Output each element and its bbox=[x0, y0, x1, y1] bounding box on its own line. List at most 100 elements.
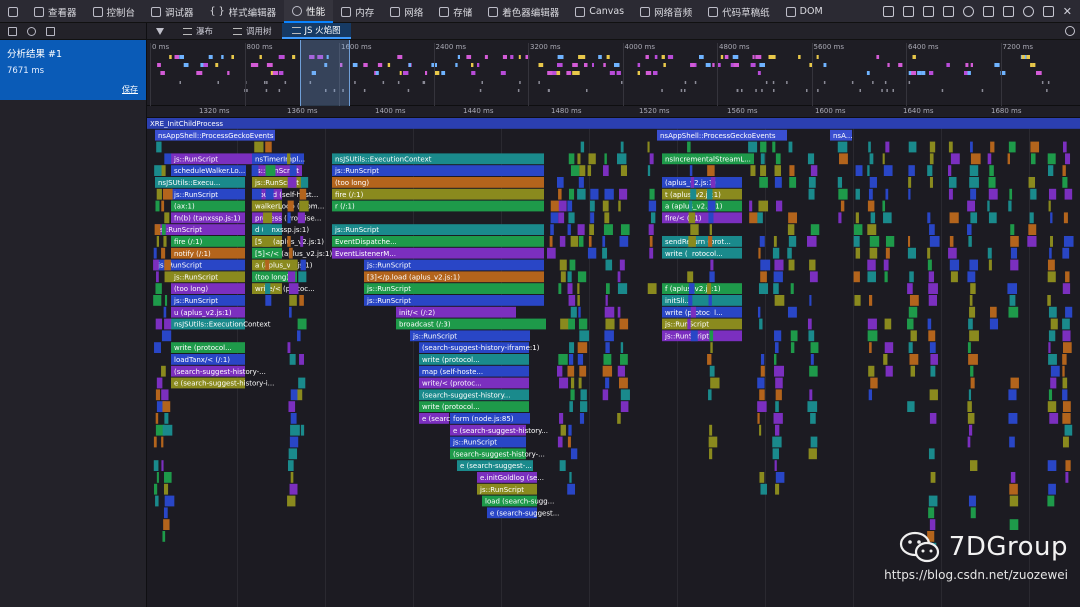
flame-frame[interactable] bbox=[855, 212, 859, 224]
flame-frame[interactable] bbox=[577, 271, 587, 283]
flame-frame[interactable] bbox=[1007, 283, 1018, 294]
flame-frame[interactable] bbox=[868, 365, 875, 377]
flame-frame[interactable] bbox=[774, 177, 782, 188]
flame-frame[interactable]: js::RunScript bbox=[450, 436, 526, 448]
save-link[interactable]: 保存 bbox=[122, 84, 138, 95]
flame-frame[interactable]: f (aplus_v2.js:1) bbox=[662, 283, 742, 294]
flame-frame[interactable]: js::RunScript bbox=[155, 224, 245, 235]
pick-element-button[interactable] bbox=[0, 0, 26, 23]
flame-frame[interactable] bbox=[775, 389, 782, 401]
flame-frame[interactable]: init/< (/:2) bbox=[396, 306, 516, 318]
flame-frame[interactable] bbox=[989, 318, 999, 330]
flame-frame[interactable] bbox=[605, 318, 615, 330]
flame-frame[interactable] bbox=[885, 236, 895, 247]
flame-frame[interactable] bbox=[854, 295, 861, 306]
flame-frame[interactable] bbox=[1062, 401, 1071, 412]
flame-frame[interactable] bbox=[298, 377, 306, 389]
flame-frame[interactable] bbox=[569, 259, 576, 271]
flame-frame[interactable] bbox=[840, 200, 845, 212]
flame-frame[interactable] bbox=[775, 483, 780, 495]
flame-frame[interactable] bbox=[1047, 460, 1057, 471]
flame-frame[interactable] bbox=[578, 177, 584, 188]
flame-frame[interactable] bbox=[882, 153, 885, 165]
flame-frame[interactable] bbox=[287, 460, 294, 471]
flame-frame[interactable] bbox=[688, 295, 693, 306]
flame-frame[interactable] bbox=[164, 271, 174, 283]
flame-frame[interactable] bbox=[855, 165, 863, 176]
flame-frame[interactable] bbox=[927, 247, 931, 259]
flame-frame[interactable] bbox=[970, 212, 978, 224]
flame-frame[interactable] bbox=[558, 188, 562, 200]
flame-frame[interactable] bbox=[968, 424, 973, 436]
flame-frame[interactable] bbox=[774, 295, 785, 306]
flame-frame[interactable] bbox=[289, 295, 297, 306]
flame-frame[interactable] bbox=[254, 141, 264, 153]
flame-frame[interactable] bbox=[569, 472, 572, 483]
flame-frame[interactable] bbox=[156, 188, 162, 200]
flame-frame[interactable] bbox=[153, 483, 158, 495]
flame-frame[interactable] bbox=[620, 141, 624, 153]
flame-frame[interactable] bbox=[809, 271, 818, 283]
flame-frame[interactable] bbox=[948, 247, 957, 259]
flame-frame[interactable] bbox=[929, 342, 936, 353]
flame-frame[interactable] bbox=[775, 200, 783, 212]
flame-frame[interactable]: bound (self-host... bbox=[252, 188, 318, 200]
flame-frame[interactable] bbox=[163, 507, 168, 519]
flame-frame[interactable] bbox=[568, 354, 574, 365]
flame-frame[interactable] bbox=[570, 165, 580, 176]
flame-frame[interactable] bbox=[155, 200, 160, 212]
flame-frame[interactable] bbox=[1030, 141, 1040, 153]
flame-frame[interactable]: EventDispatche... bbox=[332, 236, 544, 247]
flame-frame[interactable]: nsTimerImpl... bbox=[252, 153, 305, 165]
flame-frame[interactable] bbox=[969, 460, 978, 471]
flame-frame[interactable] bbox=[772, 448, 779, 460]
flame-frame[interactable] bbox=[757, 377, 765, 389]
flame-frame[interactable] bbox=[580, 141, 585, 153]
flame-frame[interactable] bbox=[757, 212, 763, 224]
flame-frame[interactable] bbox=[687, 318, 691, 330]
flame-frame[interactable]: js::RunScript bbox=[171, 271, 245, 283]
flame-frame[interactable] bbox=[930, 354, 938, 365]
flame-frame[interactable] bbox=[773, 271, 783, 283]
flame-frame[interactable] bbox=[1062, 389, 1068, 401]
flame-frame[interactable] bbox=[788, 141, 793, 153]
flame-frame[interactable] bbox=[787, 224, 795, 235]
flame-frame[interactable] bbox=[853, 236, 860, 247]
flame-frame[interactable]: js::RunScript bbox=[171, 188, 245, 200]
flame-frame[interactable] bbox=[790, 342, 795, 353]
flame-frame[interactable] bbox=[290, 472, 294, 483]
flame-frame[interactable] bbox=[578, 377, 582, 389]
flame-frame[interactable] bbox=[560, 318, 570, 330]
flame-frame[interactable] bbox=[262, 236, 271, 247]
flame-frame[interactable] bbox=[1010, 377, 1019, 389]
flame-frame[interactable] bbox=[869, 177, 877, 188]
flame-frame[interactable] bbox=[1049, 247, 1052, 259]
flame-frame[interactable] bbox=[1047, 165, 1054, 176]
flame-frame[interactable] bbox=[1027, 236, 1037, 247]
flame-frame[interactable] bbox=[929, 413, 937, 424]
flame-frame[interactable]: write/< (protoc... bbox=[252, 283, 315, 294]
flame-frame[interactable] bbox=[759, 472, 765, 483]
flame-frame[interactable] bbox=[759, 236, 765, 247]
flame-frame[interactable] bbox=[155, 283, 162, 294]
flame-frame[interactable] bbox=[927, 259, 932, 271]
flame-frame[interactable]: nsJSUtils::ExecutionContext bbox=[171, 318, 271, 330]
flame-frame[interactable] bbox=[648, 224, 654, 235]
flame-frame[interactable] bbox=[618, 200, 621, 212]
flame-frame[interactable] bbox=[909, 271, 914, 283]
flame-frame[interactable] bbox=[773, 413, 783, 424]
flame-frame[interactable]: js::RunScript bbox=[662, 330, 742, 342]
flame-frame[interactable] bbox=[868, 188, 873, 200]
flame-frame[interactable] bbox=[1047, 271, 1056, 283]
flame-frame[interactable] bbox=[839, 153, 848, 165]
flame-frame[interactable] bbox=[287, 271, 296, 283]
flame-frame[interactable] bbox=[1065, 153, 1071, 165]
flame-frame[interactable] bbox=[156, 377, 163, 389]
flame-frame[interactable] bbox=[810, 224, 820, 235]
flame-frame[interactable]: nsJSUtils::ExecutionContext bbox=[332, 153, 544, 165]
flame-frame[interactable]: write (protocol... bbox=[171, 342, 245, 353]
flame-frame[interactable] bbox=[156, 141, 162, 153]
flame-frame[interactable] bbox=[289, 247, 293, 259]
flame-frame[interactable] bbox=[774, 424, 780, 436]
flame-frame[interactable] bbox=[885, 188, 889, 200]
